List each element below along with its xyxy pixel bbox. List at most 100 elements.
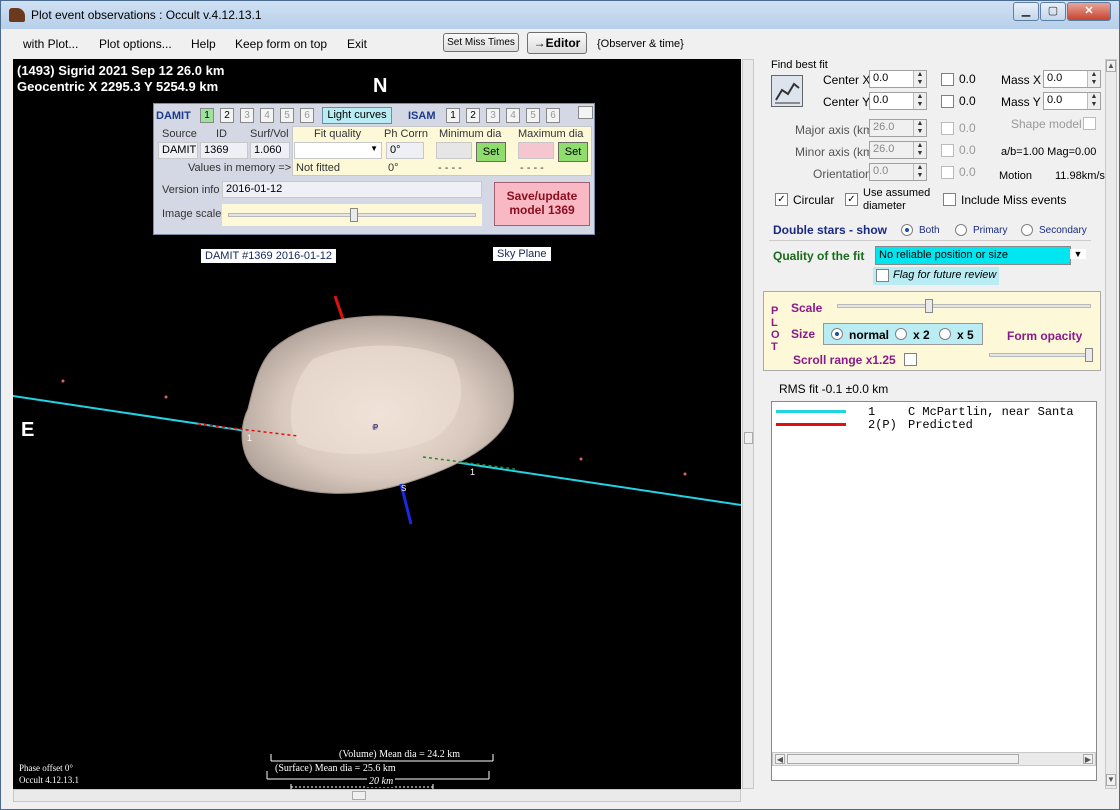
plot-canvas[interactable]: (1493) Sigrid 2021 Sep 12 26.0 km Geocen… [13,59,741,789]
quality-fit-value: No reliable position or size [879,249,1009,261]
menu-help[interactable]: Help [191,37,216,51]
damit-panel: DAMIT 1 2 3 4 5 6 Light curves ISAM 1 2 … [153,103,595,235]
spin-arrows-icon[interactable]: ▲ ▼ [913,93,926,109]
flag-review-checkbox[interactable] [876,269,889,282]
window-vertical-scrollbar[interactable]: ▲ ▼ [1105,59,1117,789]
double-both-radio[interactable] [901,224,913,236]
damit-model-1[interactable]: 1 [200,108,214,123]
shape-model-label: Shape model [1011,117,1082,131]
legend-hscroll-thumb[interactable] [787,754,1019,764]
scroll-down-icon[interactable]: ▼ [1106,774,1116,786]
scroll-left-icon[interactable]: ◀ [775,754,785,764]
spin-arrows-icon[interactable]: ▲ ▼ [1087,71,1100,87]
scroll-range-checkbox[interactable] [904,353,917,366]
set-max-dia-button[interactable]: Set [558,142,588,162]
save-update-label: Save/update [506,189,578,203]
size-x2-label: x 2 [913,328,930,342]
editor-button[interactable]: →Editor [527,32,587,54]
image-scale-slider[interactable] [222,204,482,226]
isam-model-5[interactable]: 5 [526,108,540,123]
slider-thumb[interactable] [350,208,358,222]
set-min-dia-button[interactable]: Set [476,142,506,162]
damit-panel-toggle[interactable] [578,106,593,119]
mass-y-input[interactable]: 0.0 ▲ ▼ [1043,92,1101,110]
damit-model-2[interactable]: 2 [220,108,234,123]
chevron-down-icon[interactable]: ▼ [1070,249,1086,259]
motion-label: Motion [999,170,1033,182]
scale-slider[interactable] [833,297,1095,315]
isam-model-4[interactable]: 4 [506,108,520,123]
find-best-fit-button[interactable] [771,75,803,107]
menu-with-plot[interactable]: with Plot... [23,37,78,51]
mass-x-value: 0.0 [1047,72,1063,84]
menu-keep-on-top[interactable]: Keep form on top [235,37,327,51]
major-axis-checkbox[interactable] [941,122,954,135]
minor-axis-input[interactable]: 26.0 ▲ ▼ [869,141,927,159]
center-x-label: Center X [823,73,871,87]
vscroll-thumb[interactable] [744,432,753,444]
legend-hscrollbar[interactable]: ◀ ▶ [772,752,1096,766]
spin-arrows-icon[interactable]: ▲ ▼ [913,142,926,158]
mass-x-input[interactable]: 0.0 ▲ ▼ [1043,70,1101,88]
damit-model-3[interactable]: 3 [240,108,254,123]
close-button[interactable]: ✕ [1067,2,1111,21]
orientation-checkbox[interactable] [941,166,954,179]
damit-model-4[interactable]: 4 [260,108,274,123]
scroll-up-icon[interactable]: ▲ [1106,60,1116,72]
legend-num-1: 1 [868,405,876,419]
circular-checkbox[interactable]: ✓ [775,193,788,206]
menu-exit[interactable]: Exit [347,37,367,51]
quality-fit-select[interactable]: No reliable position or size ▼ [875,246,1086,265]
save-update-model-button[interactable]: Save/update model 1369 [494,182,590,226]
damit-model-5[interactable]: 5 [280,108,294,123]
center-y-checkbox[interactable] [941,95,954,108]
double-primary-radio[interactable] [955,224,967,236]
isam-model-1[interactable]: 1 [446,108,460,123]
include-miss-events-checkbox[interactable] [943,193,956,206]
center-x-input[interactable]: 0.0 ▲ ▼ [869,70,927,88]
use-assumed-diameter-checkbox[interactable]: ✓ [845,193,858,206]
double-primary-label: Primary [973,225,1008,236]
isam-model-2[interactable]: 2 [466,108,480,123]
orientation-input[interactable]: 0.0 ▲ ▼ [869,163,927,181]
form-opacity-slider[interactable] [987,345,1095,365]
center-x-checkbox[interactable] [941,73,954,86]
damit-model-6[interactable]: 6 [300,108,314,123]
isam-model-3[interactable]: 3 [486,108,500,123]
spin-arrows-icon[interactable]: ▲ ▼ [913,164,926,180]
shape-model-checkbox[interactable] [1083,117,1096,130]
canvas-horizontal-scrollbar[interactable] [13,789,741,802]
fit-quality-select[interactable]: ▼ [294,142,382,159]
double-secondary-radio[interactable] [1021,224,1033,236]
light-curves-button[interactable]: Light curves [322,107,392,124]
image-scale-label: Image scale [162,208,222,220]
isam-model-6[interactable]: 6 [546,108,560,123]
scroll-right-icon[interactable]: ▶ [1083,754,1093,764]
form-opacity-label: Form opacity [1007,329,1083,343]
maximize-button[interactable]: ▢ [1040,2,1066,21]
include-miss-label: Include Miss events [961,193,1067,207]
menu-plot-options[interactable]: Plot options... [99,37,172,51]
slider-thumb[interactable] [1085,348,1093,362]
minor-axis-value: 26.0 [873,143,895,155]
major-axis-input[interactable]: 26.0 ▲ ▼ [869,119,927,137]
memory-min-dia: - - - - [438,162,462,174]
minimize-button[interactable]: ▁ [1013,2,1039,21]
size-x2-radio[interactable] [895,328,907,340]
observer-legend-list[interactable]: 1 C McPartlin, near Santa 2(P) Predicted… [771,401,1097,781]
max-dia-field[interactable] [518,142,554,159]
slider-thumb[interactable] [925,299,933,313]
spin-arrows-icon[interactable]: ▲ ▼ [913,120,926,136]
size-normal-radio[interactable] [831,328,843,340]
spin-arrows-icon[interactable]: ▲ ▼ [1087,93,1100,109]
minor-axis-checkbox[interactable] [941,144,954,157]
hscroll-thumb[interactable] [352,791,366,800]
min-dia-field[interactable] [436,142,472,159]
center-y-input[interactable]: 0.0 ▲ ▼ [869,92,927,110]
spin-arrows-icon[interactable]: ▲ ▼ [913,71,926,87]
chart-fit-icon [775,82,800,104]
size-x5-radio[interactable] [939,328,951,340]
center-y-label: Center Y [823,95,871,109]
set-miss-times-button[interactable]: Set Miss Times [443,33,519,52]
pole-p-label: P [373,423,378,432]
